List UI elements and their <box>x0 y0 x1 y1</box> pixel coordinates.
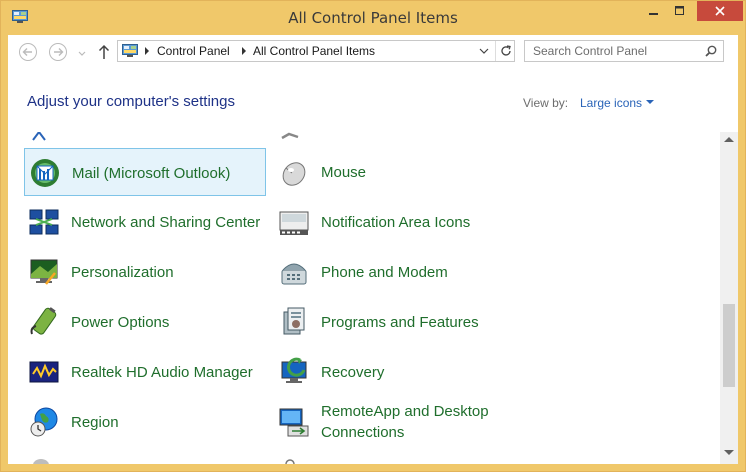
item-label: Power Options <box>71 313 170 331</box>
item-label: Mail (Microsoft Outlook) <box>72 164 231 182</box>
personalization-icon <box>30 259 58 285</box>
region-icon <box>30 407 58 437</box>
phone-modem-item[interactable]: Phone and Modem <box>274 248 516 296</box>
scroll-thumb[interactable] <box>723 304 735 387</box>
remoteapp-item[interactable]: RemoteApp and Desktop Connections <box>274 398 516 446</box>
power-options-item[interactable]: Power Options <box>24 298 266 346</box>
search-box[interactable]: Search Control Panel <box>524 40 724 62</box>
window-client-area: Control Panel All Control Panel Items Se… <box>8 35 738 464</box>
refresh-icon <box>501 45 511 56</box>
chevron-down-icon <box>479 48 489 54</box>
network-sharing-item[interactable]: Network and Sharing Center <box>24 198 266 246</box>
programs-features-item[interactable]: Programs and Features <box>274 298 516 346</box>
minimize-icon <box>649 13 658 15</box>
control-panel-items-list: Mail (Microsoft Outlook) Mouse Network a… <box>8 132 720 464</box>
minimize-button[interactable] <box>641 1 667 21</box>
breadcrumb-all-control-panel-items[interactable]: All Control Panel Items <box>253 44 375 58</box>
region-item[interactable]: Region <box>24 398 266 446</box>
item-label: Region <box>71 413 119 431</box>
close-icon <box>715 6 725 16</box>
recent-locations-chevron-icon[interactable] <box>76 43 88 63</box>
remoteapp-icon <box>279 408 309 437</box>
title-bar[interactable]: All Control Panel Items <box>1 1 745 35</box>
item-label: Recovery <box>321 363 385 381</box>
window-title: All Control Panel Items <box>288 9 458 27</box>
personalization-item[interactable]: Personalization <box>24 248 266 296</box>
vertical-scrollbar[interactable] <box>720 132 738 464</box>
control-panel-window: All Control Panel Items Control Panel Al… <box>0 0 746 472</box>
previous-item-icon[interactable] <box>279 132 301 141</box>
item-label: Mouse <box>321 163 367 181</box>
item-label: Personalization <box>71 263 174 281</box>
breadcrumb-separator-icon[interactable] <box>242 47 246 55</box>
item-label: RemoteApp and Desktop Connections <box>321 403 489 441</box>
view-by-dropdown[interactable]: Large icons <box>580 96 642 110</box>
refresh-button[interactable] <box>495 41 516 61</box>
breadcrumb-control-panel[interactable]: Control Panel <box>157 44 230 58</box>
page-title: Adjust your computer's settings <box>27 93 235 110</box>
realtek-audio-item[interactable]: Realtek HD Audio Manager <box>24 348 266 396</box>
item-label: Network and Sharing Center <box>71 213 261 231</box>
item-label: Realtek HD Audio Manager <box>71 363 253 381</box>
mail-item[interactable]: Mail (Microsoft Outlook) <box>24 148 266 196</box>
breadcrumb-separator-icon[interactable] <box>145 47 149 55</box>
forward-arrow-icon[interactable] <box>48 42 68 62</box>
notification-area-icons-item[interactable]: Notification Area Icons <box>274 198 516 246</box>
up-arrow-icon[interactable] <box>96 42 112 62</box>
audio-icon <box>29 361 59 383</box>
network-icon <box>29 209 59 235</box>
notification-icon <box>279 211 309 235</box>
recovery-icon <box>281 357 307 383</box>
scroll-up-icon[interactable] <box>724 137 734 142</box>
programs-icon <box>283 307 305 335</box>
mail-icon <box>31 159 59 187</box>
maximize-icon <box>675 6 684 15</box>
mouse-item[interactable]: Mouse <box>274 148 516 196</box>
power-icon <box>30 307 57 335</box>
maximize-button[interactable] <box>667 1 693 21</box>
item-label: Phone and Modem <box>321 263 448 281</box>
back-arrow-icon[interactable] <box>18 42 38 62</box>
next-item-icon[interactable] <box>284 456 306 464</box>
item-label: Notification Area Icons <box>321 213 471 231</box>
search-input[interactable]: Search Control Panel <box>533 44 647 58</box>
view-by-chevron-icon[interactable] <box>646 100 654 104</box>
recovery-item[interactable]: Recovery <box>274 348 516 396</box>
previous-item-icon[interactable] <box>28 132 50 141</box>
item-label: Programs and Features <box>321 313 479 331</box>
close-button[interactable] <box>697 1 743 21</box>
address-bar[interactable]: Control Panel All Control Panel Items <box>117 40 515 62</box>
search-icon[interactable] <box>705 45 717 57</box>
phone-icon <box>281 263 307 285</box>
navigation-bar: Control Panel All Control Panel Items Se… <box>8 35 738 69</box>
scroll-down-icon[interactable] <box>724 450 734 455</box>
address-history-dropdown[interactable] <box>474 41 494 61</box>
mouse-icon <box>282 162 306 186</box>
view-by-label: View by: <box>523 96 569 110</box>
control-panel-location-icon <box>122 44 138 57</box>
next-item-icon[interactable] <box>30 456 52 464</box>
